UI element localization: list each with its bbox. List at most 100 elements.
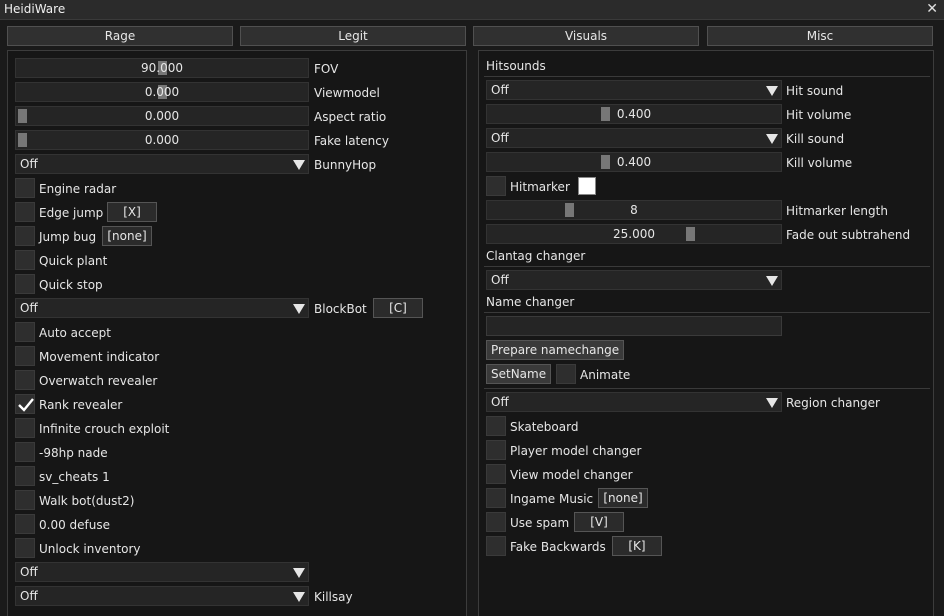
quick-plant-checkbox[interactable] (15, 250, 35, 270)
combo-selected: Off (20, 157, 38, 171)
chevron-down-icon[interactable] (293, 592, 305, 602)
blockbot-keybind[interactable]: [C] (373, 298, 423, 318)
fake-backwards-label: Fake Backwards (510, 540, 606, 554)
tab-rage[interactable]: Rage (7, 26, 233, 46)
divider (484, 76, 930, 77)
defuse-checkbox[interactable] (15, 514, 35, 534)
skateboard-checkbox[interactable] (486, 416, 506, 436)
viewmodel-slider[interactable]: 0.000 (15, 82, 309, 102)
tab-visuals[interactable]: Visuals (473, 26, 699, 46)
blockbot-combo[interactable]: Off (15, 298, 309, 318)
use-spam-label: Use spam (510, 516, 570, 530)
player-model-checkbox[interactable] (486, 440, 506, 460)
slider-value: 0.400 (616, 155, 652, 169)
divider (484, 266, 930, 267)
combo-selected: Off (491, 395, 509, 409)
extra-combo[interactable]: Off (15, 562, 309, 582)
edge-jump-checkbox[interactable] (15, 202, 35, 222)
movement-indicator-checkbox[interactable] (15, 346, 35, 366)
combo-selected: Off (491, 131, 509, 145)
hit-sound-combo[interactable]: Off (486, 80, 782, 100)
combo-selected: Off (491, 273, 509, 287)
hitmarker-color-swatch[interactable] (578, 177, 596, 195)
hit-volume-slider[interactable]: 0.400 (486, 104, 782, 124)
bunnyhop-label: BunnyHop (314, 158, 377, 172)
fov-label: FOV (314, 62, 339, 76)
engine-radar-checkbox[interactable] (15, 178, 35, 198)
chevron-down-icon[interactable] (766, 86, 778, 96)
combo-selected: Off (20, 565, 38, 579)
unlock-inventory-checkbox[interactable] (15, 538, 35, 558)
hitsounds-header: Hitsounds (486, 59, 546, 73)
ingame-music-checkbox[interactable] (486, 488, 506, 508)
divider (484, 388, 930, 389)
fov-slider[interactable]: 90.000 (15, 58, 309, 78)
quick-stop-checkbox[interactable] (15, 274, 35, 294)
setname-button[interactable]: SetName (486, 364, 552, 384)
kill-volume-label: Kill volume (786, 156, 853, 170)
prepare-namechange-button[interactable]: Prepare namechange (486, 340, 625, 360)
auto-accept-checkbox[interactable] (15, 322, 35, 342)
rank-revealer-label: Rank revealer (39, 398, 123, 412)
hitmarker-checkbox[interactable] (486, 176, 506, 196)
rank-revealer-checkbox[interactable] (15, 394, 35, 414)
overwatch-revealer-checkbox[interactable] (15, 370, 35, 390)
fake-backwards-keybind[interactable]: [K] (612, 536, 662, 556)
chevron-down-icon[interactable] (766, 134, 778, 144)
tab-misc[interactable]: Misc (707, 26, 933, 46)
chevron-down-icon[interactable] (293, 160, 305, 170)
bunnyhop-combo[interactable]: Off (15, 154, 309, 174)
infinite-crouch-checkbox[interactable] (15, 418, 35, 438)
view-model-label: View model changer (510, 468, 633, 482)
hp-nade-label: -98hp nade (39, 446, 108, 460)
fake-backwards-checkbox[interactable] (486, 536, 506, 556)
kill-volume-slider[interactable]: 0.400 (486, 152, 782, 172)
chevron-down-icon[interactable] (766, 276, 778, 286)
use-spam-checkbox[interactable] (486, 512, 506, 532)
edge-jump-keybind[interactable]: [X] (107, 202, 157, 222)
jump-bug-checkbox[interactable] (15, 226, 35, 246)
viewmodel-label: Viewmodel (314, 86, 380, 100)
clantag-combo[interactable]: Off (486, 270, 782, 290)
sv-cheats-label: sv_cheats 1 (39, 470, 110, 484)
auto-accept-label: Auto accept (39, 326, 111, 340)
aspect-ratio-label: Aspect ratio (314, 110, 387, 124)
animate-checkbox[interactable] (556, 364, 576, 384)
title-bar: HeidiWare ✕ (0, 0, 944, 20)
slider-value: 8 (630, 203, 638, 217)
close-icon[interactable]: ✕ (926, 1, 938, 17)
chevron-down-icon[interactable] (293, 304, 305, 314)
ingame-music-keybind[interactable]: [none] (598, 488, 648, 508)
fade-out-slider[interactable]: 25.000 (486, 224, 782, 244)
unlock-inventory-label: Unlock inventory (39, 542, 141, 556)
slider-value: 0.400 (616, 107, 652, 121)
walk-bot-checkbox[interactable] (15, 490, 35, 510)
region-combo[interactable]: Off (486, 392, 782, 412)
window-title: HeidiWare (4, 2, 66, 16)
animate-label: Animate (580, 368, 631, 382)
slider-value: 0.000 (144, 133, 180, 147)
fade-out-label: Fade out subtrahend (786, 228, 911, 242)
kill-sound-label: Kill sound (786, 132, 845, 146)
combo-selected: Off (491, 83, 509, 97)
jump-bug-keybind[interactable]: [none] (102, 226, 152, 246)
fake-latency-label: Fake latency (314, 134, 389, 148)
aspect-ratio-slider[interactable]: 0.000 (15, 106, 309, 126)
name-input[interactable] (486, 316, 782, 336)
chevron-down-icon[interactable] (766, 398, 778, 408)
kill-sound-combo[interactable]: Off (486, 128, 782, 148)
clantag-header: Clantag changer (486, 249, 586, 263)
fake-latency-slider[interactable]: 0.000 (15, 130, 309, 150)
hp-nade-checkbox[interactable] (15, 442, 35, 462)
hitmarker-length-slider[interactable]: 8 (486, 200, 782, 220)
sv-cheats-checkbox[interactable] (15, 466, 35, 486)
use-spam-keybind[interactable]: [V] (574, 512, 624, 532)
checkmark-icon (18, 398, 34, 412)
view-model-checkbox[interactable] (486, 464, 506, 484)
killsay-combo[interactable]: Off (15, 586, 309, 606)
region-label: Region changer (786, 396, 880, 410)
hit-volume-label: Hit volume (786, 108, 852, 122)
chevron-down-icon[interactable] (293, 568, 305, 578)
hitmarker-length-label: Hitmarker length (786, 204, 888, 218)
tab-legit[interactable]: Legit (240, 26, 466, 46)
